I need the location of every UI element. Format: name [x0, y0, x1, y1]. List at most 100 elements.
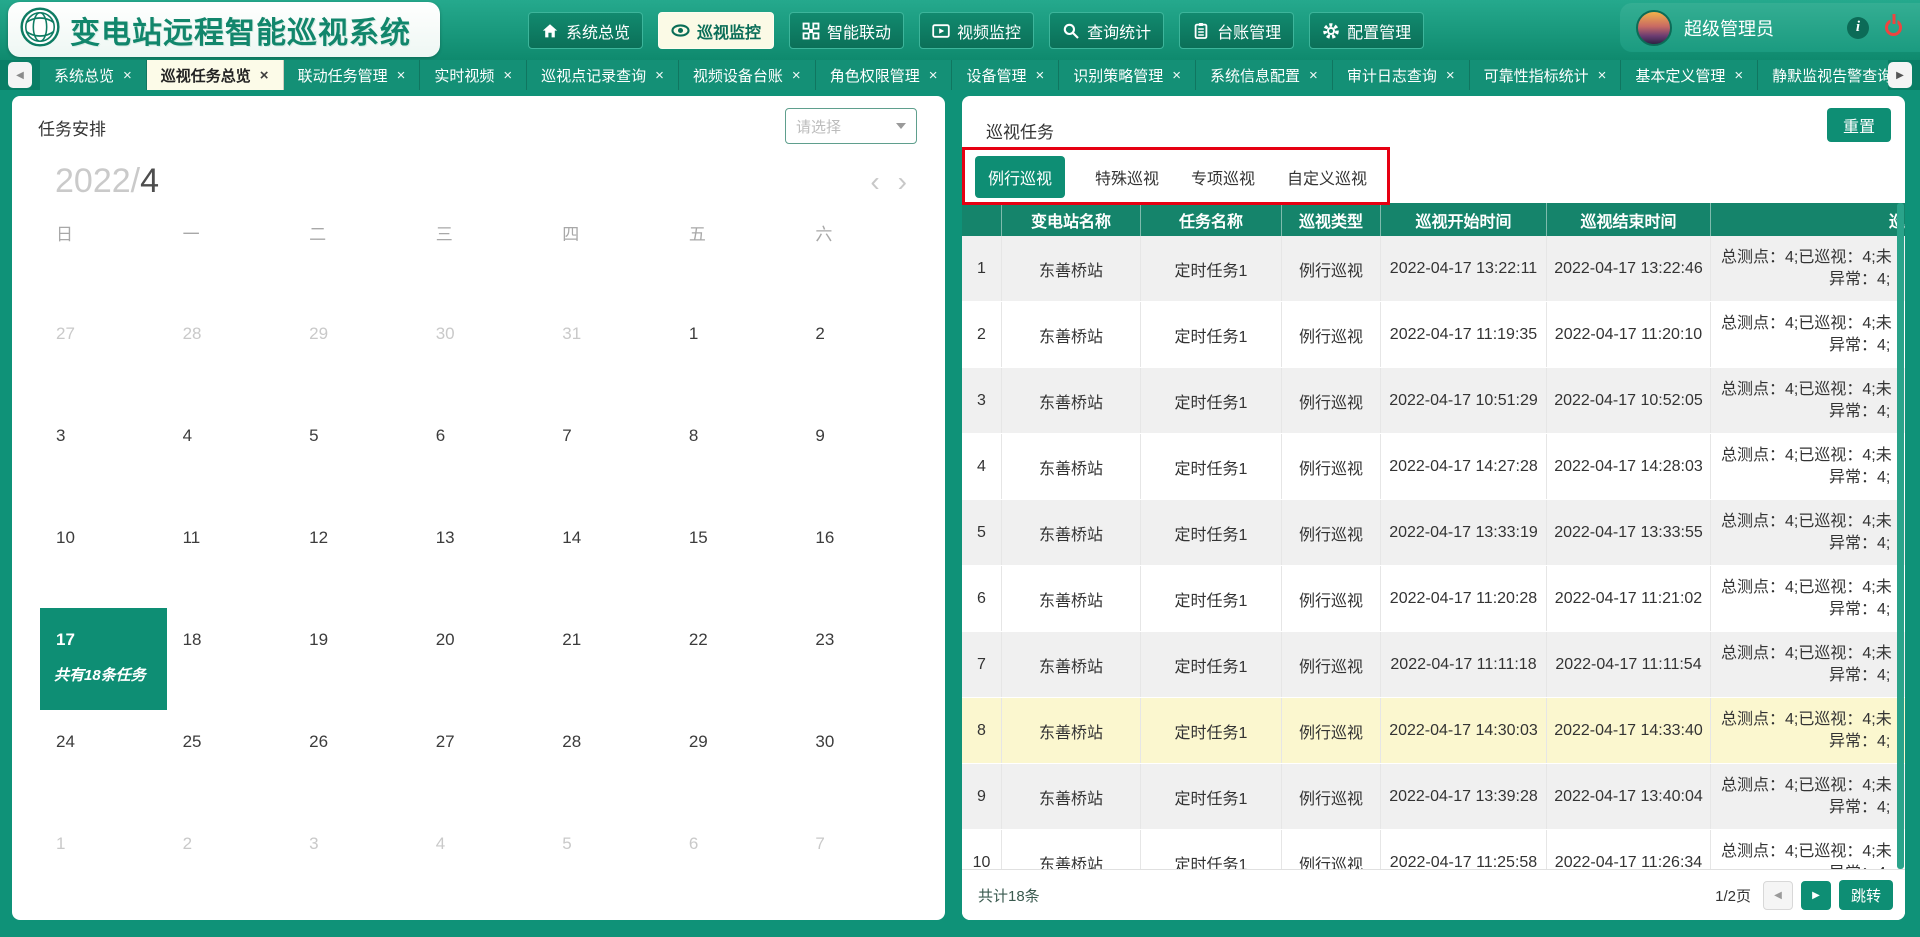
calendar-day-31[interactable]: 31 [546, 302, 673, 404]
calendar-day-7[interactable]: 7 [799, 812, 926, 914]
calendar-day-23[interactable]: 23 [799, 608, 926, 710]
calendar-day-18[interactable]: 18 [167, 608, 294, 710]
tab-巡视点记录查询[interactable]: 巡视点记录查询× [527, 60, 679, 90]
tabs-scroll-right-button[interactable]: ▶ [1888, 62, 1912, 88]
info-icon[interactable]: i [1847, 17, 1869, 39]
calendar-day-4[interactable]: 4 [167, 404, 294, 506]
power-icon[interactable] [1885, 19, 1902, 36]
nav-button-智能联动[interactable]: 智能联动 [789, 12, 904, 49]
nav-button-巡视监控[interactable]: 巡视监控 [658, 12, 774, 49]
patrol-type-tab-特殊巡视[interactable]: 特殊巡视 [1093, 156, 1161, 198]
calendar-day-5[interactable]: 5 [546, 812, 673, 914]
nav-button-视频监控[interactable]: 视频监控 [919, 12, 1034, 49]
calendar-day-11[interactable]: 11 [167, 506, 294, 608]
calendar-day-2[interactable]: 2 [167, 812, 294, 914]
calendar-day-21[interactable]: 21 [546, 608, 673, 710]
nav-button-查询统计[interactable]: 查询统计 [1049, 12, 1164, 49]
tab-联动任务管理[interactable]: 联动任务管理× [284, 60, 421, 90]
close-icon[interactable]: × [1598, 67, 1607, 84]
tab-审计日志查询[interactable]: 审计日志查询× [1333, 60, 1470, 90]
calendar-day-3[interactable]: 3 [293, 812, 420, 914]
calendar-day-1[interactable]: 1 [673, 302, 800, 404]
calendar-day-28[interactable]: 28 [167, 302, 294, 404]
table-scrollbar[interactable] [1897, 203, 1904, 869]
table-row[interactable]: 4东善桥站定时任务1例行巡视2022-04-17 14:27:282022-04… [962, 434, 1905, 500]
close-icon[interactable]: × [397, 67, 406, 84]
close-icon[interactable]: × [1734, 67, 1743, 84]
calendar-day-29[interactable]: 29 [293, 302, 420, 404]
tab-系统总览[interactable]: 系统总览× [40, 60, 147, 90]
close-icon[interactable]: × [1172, 67, 1181, 84]
close-icon[interactable]: × [260, 67, 269, 84]
tab-巡视任务总览[interactable]: 巡视任务总览× [147, 60, 284, 90]
calendar-day-24[interactable]: 24 [40, 710, 167, 812]
close-icon[interactable]: × [929, 67, 938, 84]
tab-视频设备台账[interactable]: 视频设备台账× [679, 60, 816, 90]
next-page-button[interactable]: ▶ [1801, 881, 1831, 910]
table-row[interactable]: 9东善桥站定时任务1例行巡视2022-04-17 13:39:282022-04… [962, 764, 1905, 830]
calendar-prev-button[interactable]: ‹ [870, 168, 879, 196]
close-icon[interactable]: × [655, 67, 664, 84]
patrol-type-tab-例行巡视[interactable]: 例行巡视 [975, 156, 1065, 198]
calendar-day-14[interactable]: 14 [546, 506, 673, 608]
tab-角色权限管理[interactable]: 角色权限管理× [816, 60, 953, 90]
prev-page-button[interactable]: ◀ [1763, 881, 1793, 910]
nav-button-台账管理[interactable]: 台账管理 [1179, 12, 1294, 49]
jump-button[interactable]: 跳转 [1839, 880, 1893, 910]
tab-设备管理[interactable]: 设备管理× [952, 60, 1059, 90]
user-card[interactable]: 超级管理员 i [1620, 3, 1920, 52]
table-row[interactable]: 5东善桥站定时任务1例行巡视2022-04-17 13:33:192022-04… [962, 500, 1905, 566]
calendar-day-25[interactable]: 25 [167, 710, 294, 812]
nav-button-配置管理[interactable]: 配置管理 [1309, 12, 1424, 49]
calendar-day-19[interactable]: 19 [293, 608, 420, 710]
tab-实时视频[interactable]: 实时视频× [420, 60, 527, 90]
close-icon[interactable]: × [503, 67, 512, 84]
calendar-day-6[interactable]: 6 [420, 404, 547, 506]
calendar-day-5[interactable]: 5 [293, 404, 420, 506]
calendar-day-3[interactable]: 3 [40, 404, 167, 506]
patrol-type-tab-专项巡视[interactable]: 专项巡视 [1189, 156, 1257, 198]
calendar-day-29[interactable]: 29 [673, 710, 800, 812]
patrol-type-tab-自定义巡视[interactable]: 自定义巡视 [1285, 156, 1369, 198]
calendar-day-7[interactable]: 7 [546, 404, 673, 506]
table-row[interactable]: 7东善桥站定时任务1例行巡视2022-04-17 11:11:182022-04… [962, 632, 1905, 698]
calendar-day-9[interactable]: 9 [799, 404, 926, 506]
calendar-day-10[interactable]: 10 [40, 506, 167, 608]
calendar-day-27[interactable]: 27 [420, 710, 547, 812]
calendar-day-16[interactable]: 16 [799, 506, 926, 608]
nav-button-系统总览[interactable]: 系统总览 [528, 12, 643, 49]
tabs-scroll-left-button[interactable]: ◀ [8, 62, 32, 88]
tab-基本定义管理[interactable]: 基本定义管理× [1621, 60, 1758, 90]
calendar-day-15[interactable]: 15 [673, 506, 800, 608]
table-row[interactable]: 1东善桥站定时任务1例行巡视2022-04-17 13:22:112022-04… [962, 236, 1905, 302]
close-icon[interactable]: × [1035, 67, 1044, 84]
calendar-next-button[interactable]: › [898, 168, 907, 196]
calendar-day-22[interactable]: 22 [673, 608, 800, 710]
tab-系统信息配置[interactable]: 系统信息配置× [1196, 60, 1333, 90]
reset-button[interactable]: 重置 [1827, 108, 1891, 142]
close-icon[interactable]: × [792, 67, 801, 84]
table-row[interactable]: 3东善桥站定时任务1例行巡视2022-04-17 10:51:292022-04… [962, 368, 1905, 434]
table-row[interactable]: 6东善桥站定时任务1例行巡视2022-04-17 11:20:282022-04… [962, 566, 1905, 632]
calendar-day-1[interactable]: 1 [40, 812, 167, 914]
tab-静默监视告警查询[interactable]: 静默监视告警查询× [1758, 60, 1888, 90]
calendar-day-30[interactable]: 30 [420, 302, 547, 404]
close-icon[interactable]: × [123, 67, 132, 84]
calendar-day-13[interactable]: 13 [420, 506, 547, 608]
station-select[interactable]: 请选择 [785, 108, 917, 144]
tab-识别策略管理[interactable]: 识别策略管理× [1059, 60, 1196, 90]
calendar-day-20[interactable]: 20 [420, 608, 547, 710]
tab-可靠性指标统计[interactable]: 可靠性指标统计× [1470, 60, 1622, 90]
calendar-day-6[interactable]: 6 [673, 812, 800, 914]
calendar-day-17[interactable]: 17共有18条任务 [40, 608, 167, 710]
table-row[interactable]: 8东善桥站定时任务1例行巡视2022-04-17 14:30:032022-04… [962, 698, 1905, 764]
calendar-day-30[interactable]: 30 [799, 710, 926, 812]
table-row[interactable]: 2东善桥站定时任务1例行巡视2022-04-17 11:19:352022-04… [962, 302, 1905, 368]
calendar-day-26[interactable]: 26 [293, 710, 420, 812]
table-row[interactable]: 10东善桥站定时任务1例行巡视2022-04-17 11:25:582022-0… [962, 830, 1905, 869]
calendar-day-4[interactable]: 4 [420, 812, 547, 914]
calendar-day-2[interactable]: 2 [799, 302, 926, 404]
close-icon[interactable]: × [1446, 67, 1455, 84]
close-icon[interactable]: × [1309, 67, 1318, 84]
calendar-day-27[interactable]: 27 [40, 302, 167, 404]
